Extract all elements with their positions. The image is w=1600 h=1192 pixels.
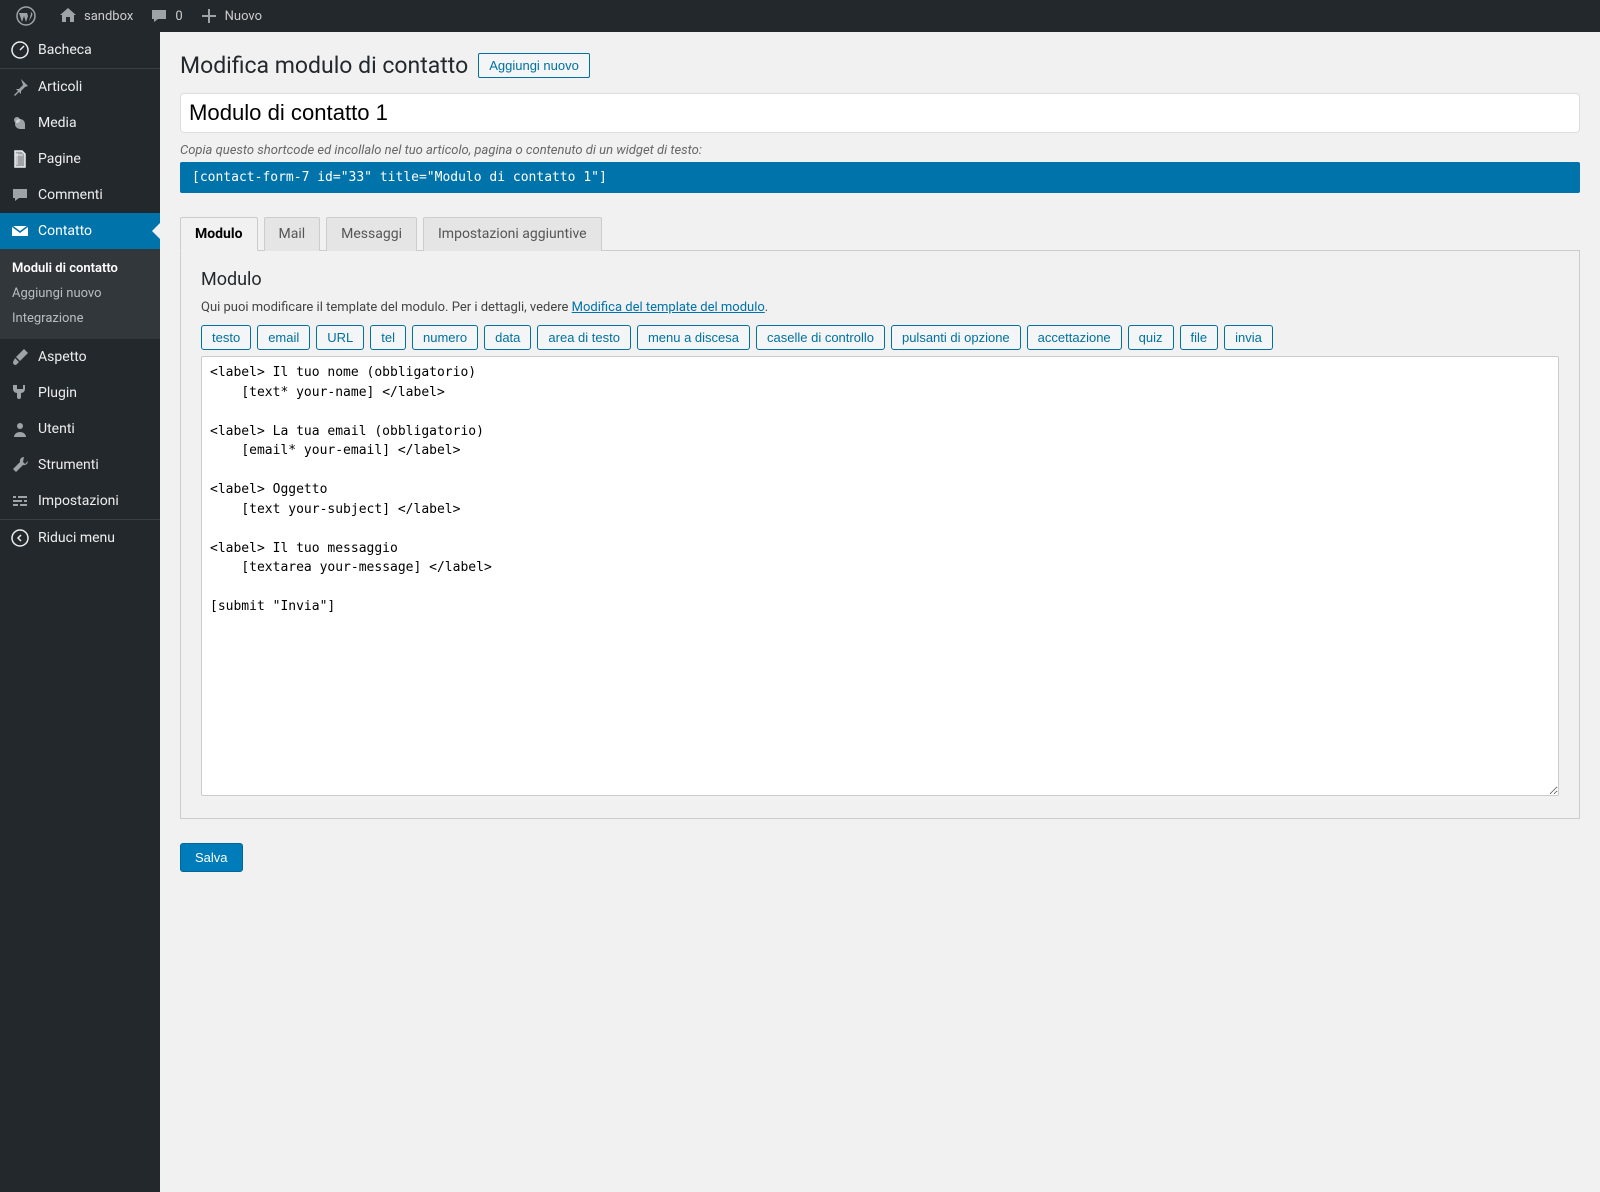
sliders-icon [10,491,30,511]
tag-tel[interactable]: tel [370,325,406,350]
menu-plugins[interactable]: Plugin [0,375,160,411]
menu-label: Riduci menu [38,530,115,546]
save-button[interactable]: Salva [180,843,243,872]
wordpress-icon [16,6,36,26]
collapse-icon [10,528,30,548]
wrench-icon [10,455,30,475]
template-help-link[interactable]: Modifica del template del modulo [572,300,765,315]
menu-label: Pagine [38,151,81,167]
admin-sidebar: Bacheca Articoli Media Pagine Commenti C… [0,32,160,1192]
menu-label: Articoli [38,79,82,95]
pages-icon [10,149,30,169]
tag-generator-row: testo email URL tel numero data area di … [201,325,1559,350]
module-panel: Modulo Qui puoi modificare il template d… [180,251,1580,819]
user-icon [10,419,30,439]
plus-icon [199,6,219,26]
comment-count: 0 [175,9,182,24]
tab-messages[interactable]: Messaggi [326,217,417,251]
add-new-button[interactable]: Aggiungi nuovo [478,53,590,78]
tag-url[interactable]: URL [316,325,364,350]
menu-label: Commenti [38,187,103,203]
form-template-textarea[interactable] [201,356,1559,796]
home-icon [58,6,78,26]
menu-settings[interactable]: Impostazioni [0,483,160,519]
admin-topbar: sandbox 0 Nuovo [0,0,1600,32]
plug-icon [10,383,30,403]
menu-users[interactable]: Utenti [0,411,160,447]
form-title-input[interactable] [180,93,1580,133]
tag-quiz[interactable]: quiz [1128,325,1174,350]
comments-link[interactable]: 0 [141,0,190,32]
dashboard-icon [10,40,30,60]
menu-label: Utenti [38,421,75,437]
site-home[interactable]: sandbox [50,0,141,32]
tag-number[interactable]: numero [412,325,478,350]
menu-dashboard[interactable]: Bacheca [0,32,160,68]
menu-collapse[interactable]: Riduci menu [0,520,160,556]
tag-radio[interactable]: pulsanti di opzione [891,325,1021,350]
tag-text[interactable]: testo [201,325,251,350]
panel-heading: Modulo [201,269,1559,290]
tag-date[interactable]: data [484,325,531,350]
menu-label: Contatto [38,223,92,239]
menu-label: Impostazioni [38,493,119,509]
menu-label: Strumenti [38,457,99,473]
tab-module[interactable]: Modulo [180,217,258,251]
menu-tools[interactable]: Strumenti [0,447,160,483]
site-name: sandbox [84,9,133,24]
menu-media[interactable]: Media [0,105,160,141]
media-icon [10,113,30,133]
brush-icon [10,347,30,367]
menu-label: Bacheca [38,42,92,58]
pin-icon [10,77,30,97]
menu-label: Aspetto [38,349,87,365]
comment-icon [10,185,30,205]
editor-tabs: Modulo Mail Messaggi Impostazioni aggiun… [180,217,1580,251]
submenu-add-new[interactable]: Aggiungi nuovo [0,281,160,306]
tab-additional[interactable]: Impostazioni aggiuntive [423,217,602,251]
submenu-contact: Moduli di contatto Aggiungi nuovo Integr… [0,249,160,339]
tag-textarea[interactable]: area di testo [537,325,631,350]
shortcode-box[interactable]: [contact-form-7 id="33" title="Modulo di… [180,162,1580,193]
menu-label: Plugin [38,385,77,401]
menu-label: Media [38,115,77,131]
main-content: Modifica modulo di contatto Aggiungi nuo… [160,32,1600,1192]
wp-logo[interactable] [8,0,50,32]
shortcode-description: Copia questo shortcode ed incollalo nel … [180,143,1580,158]
envelope-icon [10,221,30,241]
new-label: Nuovo [225,9,262,24]
page-title: Modifica modulo di contatto [180,52,468,79]
panel-description: Qui puoi modificare il template del modu… [201,300,1559,315]
submenu-integration[interactable]: Integrazione [0,306,160,331]
tag-email[interactable]: email [257,325,310,350]
menu-pages[interactable]: Pagine [0,141,160,177]
menu-comments[interactable]: Commenti [0,177,160,213]
tag-submit[interactable]: invia [1224,325,1273,350]
tab-mail[interactable]: Mail [264,217,321,251]
menu-contact[interactable]: Contatto [0,213,160,249]
tag-select[interactable]: menu a discesa [637,325,750,350]
tag-checkbox[interactable]: caselle di controllo [756,325,885,350]
new-content[interactable]: Nuovo [191,0,270,32]
tag-acceptance[interactable]: accettazione [1027,325,1122,350]
tag-file[interactable]: file [1180,325,1219,350]
menu-appearance[interactable]: Aspetto [0,339,160,375]
comment-icon [149,6,169,26]
menu-posts[interactable]: Articoli [0,69,160,105]
submenu-forms[interactable]: Moduli di contatto [0,256,160,281]
